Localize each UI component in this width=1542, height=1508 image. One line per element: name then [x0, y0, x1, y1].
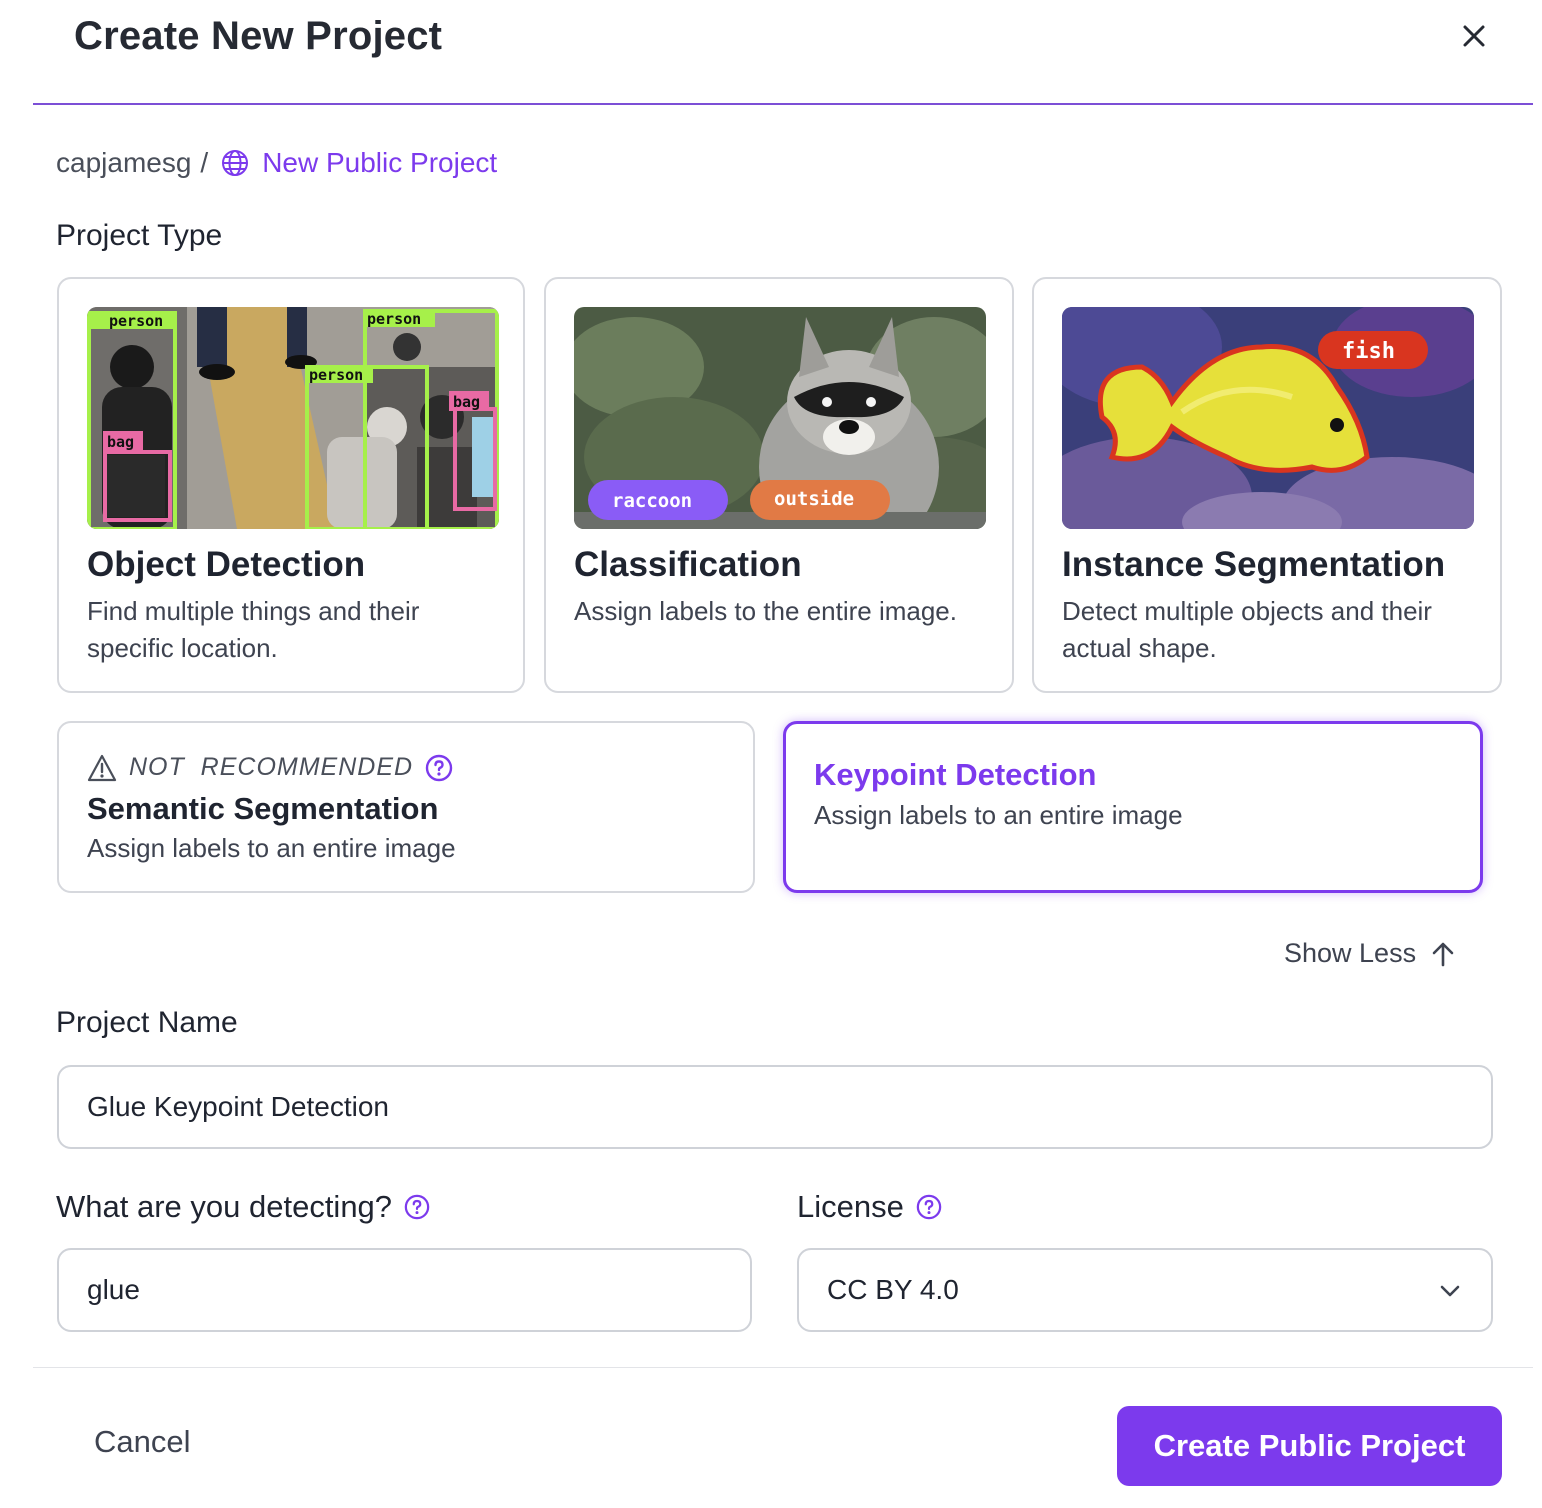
- card-description: Assign labels to an entire image: [814, 800, 1183, 830]
- tag-bag: bag: [453, 393, 480, 411]
- license-label-row: License: [797, 1189, 942, 1225]
- tag-raccoon: raccoon: [612, 490, 692, 512]
- cancel-button[interactable]: Cancel: [94, 1424, 191, 1460]
- tag-person: person: [367, 310, 421, 328]
- tag-outside: outside: [774, 488, 854, 510]
- project-name-label: Project Name: [56, 1006, 238, 1039]
- warning-icon: [87, 754, 117, 782]
- object-detection-thumbnail: person person person bag bag: [87, 307, 499, 529]
- close-button[interactable]: [1452, 16, 1496, 56]
- arrow-up-icon: [1428, 939, 1458, 969]
- classification-thumbnail: raccoon outside: [574, 307, 986, 529]
- not-recommended-row: NOT RECOMMENDED: [87, 753, 453, 782]
- instance-segmentation-thumbnail: fish: [1062, 307, 1474, 529]
- card-description: Find multiple things and their specific …: [87, 596, 420, 663]
- tag-person: person: [309, 366, 363, 384]
- dialog-title: Create New Project: [74, 14, 443, 58]
- breadcrumb-owner[interactable]: capjamesg: [56, 147, 191, 179]
- chevron-down-icon: [1437, 1278, 1463, 1304]
- card-description: Assign labels to an entire image: [87, 833, 456, 863]
- breadcrumb-project: New Public Project: [262, 147, 498, 178]
- project-type-semantic-segmentation[interactable]: NOT RECOMMENDED Semantic Segmentation As…: [57, 721, 755, 893]
- project-type-label: Project Type: [56, 219, 223, 252]
- card-title: Keypoint Detection: [814, 757, 1097, 792]
- project-type-classification[interactable]: raccoon outside Classification Assign la…: [544, 277, 1014, 693]
- tag-fish: fish: [1342, 339, 1395, 364]
- project-name-value: Glue Keypoint Detection: [87, 1091, 389, 1122]
- breadcrumb: capjamesg / New Public Project: [56, 147, 497, 179]
- show-less-button[interactable]: Show Less: [1284, 938, 1458, 969]
- close-icon: [1463, 25, 1485, 47]
- card-title: Classification: [574, 545, 802, 584]
- license-label: License: [797, 1189, 904, 1224]
- card-description: Detect multiple objects and their actual…: [1062, 596, 1432, 663]
- help-icon[interactable]: [404, 1194, 430, 1220]
- help-icon[interactable]: [425, 754, 453, 782]
- show-less-label: Show Less: [1284, 938, 1417, 968]
- card-title: Semantic Segmentation: [87, 791, 439, 826]
- globe-icon: [220, 148, 250, 178]
- project-name-input[interactable]: Glue Keypoint Detection: [57, 1065, 1493, 1149]
- project-type-keypoint-detection[interactable]: Keypoint Detection Assign labels to an e…: [783, 721, 1483, 893]
- tag-bag: bag: [107, 433, 134, 451]
- create-public-project-button[interactable]: Create Public Project: [1117, 1406, 1502, 1486]
- detecting-value: glue: [87, 1274, 140, 1305]
- license-select[interactable]: CC BY 4.0: [797, 1248, 1493, 1332]
- footer-divider: [33, 1367, 1533, 1368]
- header-divider: [33, 103, 1533, 105]
- help-icon[interactable]: [916, 1194, 942, 1220]
- project-type-instance-segmentation[interactable]: fish Instance Segmentation Detect multip…: [1032, 277, 1502, 693]
- detecting-input[interactable]: glue: [57, 1248, 752, 1332]
- not-recommended-label: NOT RECOMMENDED: [129, 753, 414, 781]
- card-title: Instance Segmentation: [1062, 545, 1446, 584]
- card-title: Object Detection: [87, 545, 366, 584]
- tag-person: person: [109, 312, 163, 330]
- create-button-label: Create Public Project: [1153, 1428, 1466, 1463]
- card-description: Assign labels to the entire image.: [574, 596, 957, 626]
- detecting-label-row: What are you detecting?: [56, 1189, 430, 1225]
- breadcrumb-separator: /: [200, 147, 209, 178]
- license-value: CC BY 4.0: [827, 1274, 959, 1305]
- project-type-object-detection[interactable]: person person person bag bag Object Dete…: [57, 277, 525, 693]
- detecting-label: What are you detecting?: [56, 1189, 393, 1224]
